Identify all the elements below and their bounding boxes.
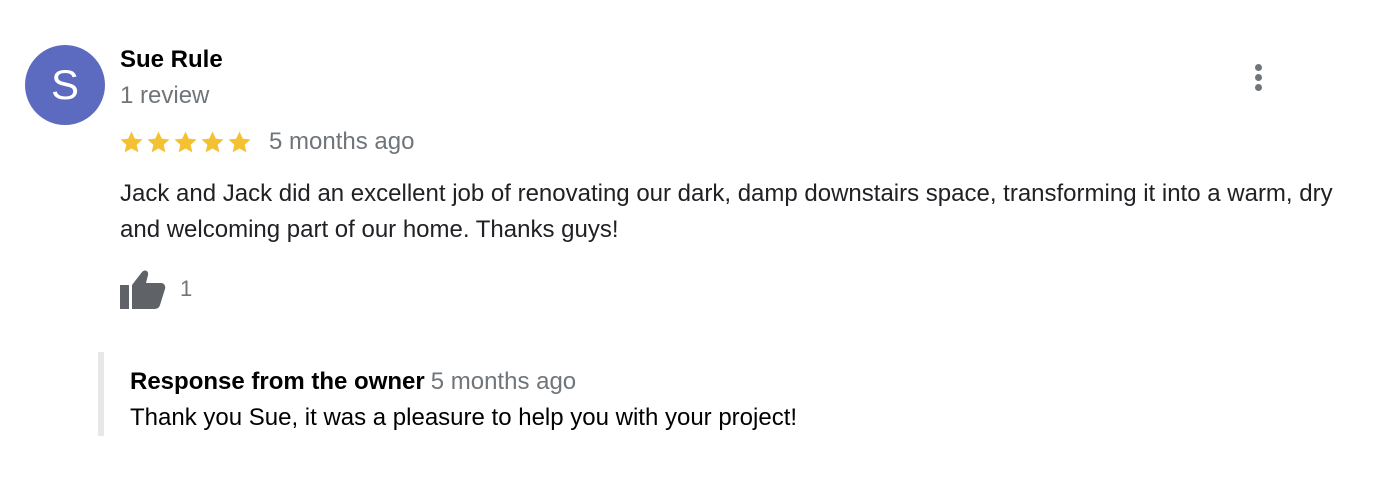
review-date: 5 months ago: [269, 128, 415, 155]
review-card: S Sue Rule 1 review 5 months ago Jack an…: [0, 0, 1378, 490]
star-icon: [174, 130, 197, 152]
owner-response-title: Response from the owner: [130, 368, 425, 395]
star-icon: [120, 130, 143, 152]
avatar[interactable]: S: [25, 45, 105, 125]
owner-response-date: 5 months ago: [430, 368, 577, 395]
star-icon: [147, 130, 170, 152]
star-icon: [228, 130, 251, 152]
review-text: Jack and Jack did an excellent job of re…: [120, 180, 1333, 243]
rating-row: 5 months ago: [118, 126, 414, 158]
author-name[interactable]: Sue Rule: [120, 46, 223, 74]
star-icon: [201, 130, 224, 152]
like-button[interactable]: 1: [118, 268, 192, 310]
author-review-count[interactable]: 1 review: [120, 82, 209, 110]
like-count: 1: [180, 276, 193, 301]
owner-response-header: Response from the owner 5 months ago: [130, 368, 576, 396]
thumbs-up-icon: [120, 270, 166, 309]
star-rating: [118, 129, 253, 156]
more-options-button[interactable]: [1240, 56, 1278, 98]
owner-response-text: Thank you Sue, it was a pleasure to help…: [130, 404, 798, 431]
owner-response: Response from the owner 5 months ago Than…: [98, 352, 1104, 436]
